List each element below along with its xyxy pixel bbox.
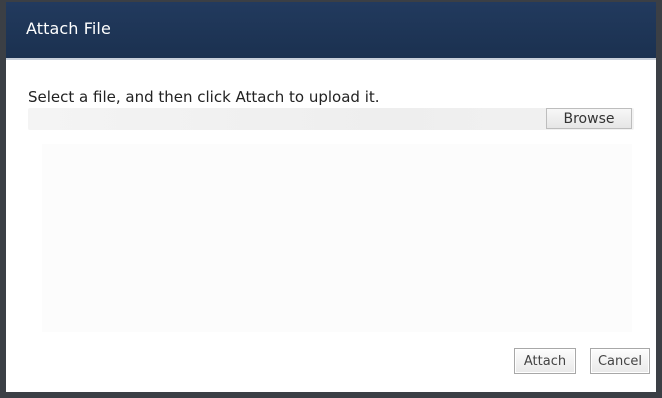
- browse-button[interactable]: Browse: [546, 108, 632, 129]
- file-path-input[interactable]: [28, 108, 526, 130]
- attach-button[interactable]: Attach: [514, 348, 576, 374]
- dialog-content-area: [42, 144, 632, 332]
- dialog-title: Attach File: [26, 19, 111, 38]
- file-picker-row: Browse: [28, 108, 634, 130]
- instruction-text: Select a file, and then click Attach to …: [28, 88, 380, 106]
- attach-file-dialog: Attach File Select a file, and then clic…: [0, 0, 662, 398]
- cancel-button[interactable]: Cancel: [590, 348, 650, 374]
- dialog-titlebar[interactable]: Attach File: [6, 2, 656, 60]
